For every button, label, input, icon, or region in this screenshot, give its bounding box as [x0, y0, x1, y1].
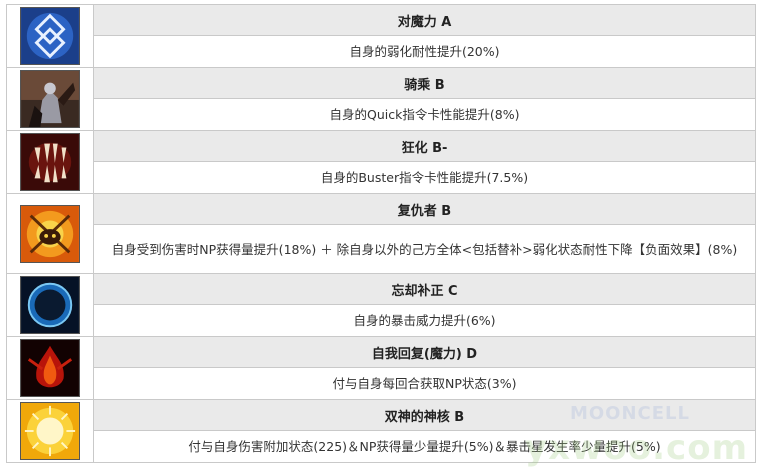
skill-name: 狂化 B-: [93, 130, 756, 162]
skill-row-desc: 自身受到伤害时NP获得量提升(18%) ＋ 除自身以外的己方全体<包括替补>弱化…: [7, 224, 756, 274]
skill-row-name: 骑乘 B: [6, 67, 756, 131]
self-replenishment-icon: [20, 339, 80, 397]
skill-icon-cell: [6, 67, 94, 131]
skill-description: 自身的Buster指令卡性能提升(7.5%): [93, 161, 756, 194]
skill-name: 骑乘 B: [93, 67, 756, 99]
skill-icon-cell: [6, 130, 94, 194]
skill-description: 自身的暴击威力提升(6%): [93, 304, 756, 337]
skill-description: 自身受到伤害时NP获得量提升(18%) ＋ 除自身以外的己方全体<包括替补>弱化…: [93, 224, 756, 274]
skill-row-desc: 自身的弱化耐性提升(20%): [7, 35, 756, 68]
skill-icon-cell: [6, 336, 94, 400]
skill-row-name: 自我回复(魔力) D: [6, 336, 756, 400]
skill-name: 复仇者 B: [93, 193, 756, 225]
oblivion-correction-icon: [20, 276, 80, 334]
skill-name: 忘却补正 C: [93, 273, 756, 305]
skill-row-desc: 自身的Quick指令卡性能提升(8%): [7, 98, 756, 131]
skill-row-name: 狂化 B-: [6, 130, 756, 194]
skill-row-desc: 付与自身每回合获取NP状态(3%): [7, 367, 756, 400]
skill-icon-cell: [6, 4, 94, 68]
magic-resistance-icon: [20, 7, 80, 65]
skill-name: 自我回复(魔力) D: [93, 336, 756, 368]
skill-icon-cell: [6, 399, 94, 463]
divine-core-icon: [20, 402, 80, 460]
skill-name: 双神的神核 B: [93, 399, 756, 431]
avenger-icon: [20, 204, 80, 263]
skill-name: 对魔力 A: [93, 4, 756, 36]
riding-icon: [20, 70, 80, 128]
skill-row-desc: 自身的Buster指令卡性能提升(7.5%): [7, 161, 756, 194]
skill-row-desc: 付与自身伤害附加状态(225)＆NP获得量少量提升(5%)＆暴击星发生率少量提升…: [7, 430, 756, 463]
skill-description: 付与自身伤害附加状态(225)＆NP获得量少量提升(5%)＆暴击星发生率少量提升…: [93, 430, 756, 463]
skill-description: 付与自身每回合获取NP状态(3%): [93, 367, 756, 400]
skill-row-desc: 自身的暴击威力提升(6%): [7, 304, 756, 337]
skill-row-name: 复仇者 B: [6, 193, 756, 274]
skill-row-name: 忘却补正 C: [6, 273, 756, 337]
skill-row-name: 双神的神核 B: [6, 399, 756, 463]
skill-row-name: 对魔力 A: [6, 4, 756, 68]
mad-enhancement-icon: [20, 133, 80, 191]
skill-icon-cell: [6, 193, 94, 274]
skill-icon-cell: [6, 273, 94, 337]
skill-description: 自身的弱化耐性提升(20%): [93, 35, 756, 68]
skill-description: 自身的Quick指令卡性能提升(8%): [93, 98, 756, 131]
passive-skill-table: 对魔力 A 自身的弱化耐性提升(20%) 骑乘 B 自身的Quick指令卡性能提…: [6, 4, 756, 463]
